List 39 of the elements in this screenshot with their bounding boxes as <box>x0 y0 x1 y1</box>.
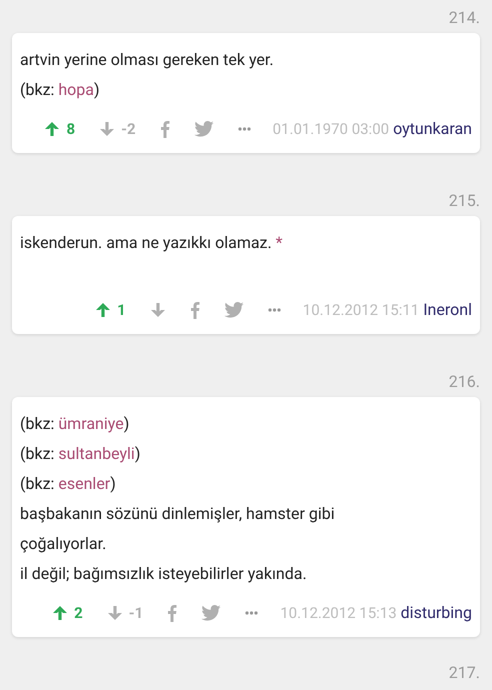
more-icon[interactable] <box>268 308 281 312</box>
entry-number: 215. <box>448 191 480 211</box>
author-link[interactable]: disturbing <box>400 603 472 623</box>
facebook-icon[interactable] <box>160 120 170 138</box>
entry-text-line: (bkz: ümraniye) <box>20 413 130 435</box>
author-link[interactable]: oytunkaran <box>393 119 472 139</box>
more-icon[interactable] <box>245 611 258 615</box>
facebook-icon[interactable] <box>167 604 178 622</box>
entry-text-line: (bkz: hopa) <box>20 79 101 101</box>
entry-number: 214. <box>448 8 480 28</box>
entry-text-line: iskenderun. ama ne yazıkkı olamaz. * <box>20 232 284 254</box>
facebook-icon[interactable] <box>190 301 200 319</box>
up-arrow-icon[interactable] <box>52 605 68 621</box>
reference-link[interactable]: ümraniye <box>58 414 124 433</box>
bird-icon[interactable] <box>194 121 214 137</box>
upvote-button[interactable]: 8 <box>44 119 76 139</box>
down-arrow-icon[interactable] <box>150 302 166 318</box>
author-link[interactable]: Ineronl <box>423 300 472 320</box>
bird-icon[interactable] <box>224 302 244 318</box>
reference-link[interactable]: sultanbeyli <box>58 444 135 463</box>
upvote-button[interactable]: 1 <box>95 300 126 320</box>
entry-text-line: artvin yerine olması gereken tek yer. <box>20 49 275 71</box>
reference-link[interactable]: esenler <box>58 474 110 493</box>
up-arrow-icon[interactable] <box>44 121 60 137</box>
entry-number: 216. <box>448 372 480 392</box>
bird-icon[interactable] <box>201 605 222 621</box>
upvote-button[interactable]: 2 <box>52 603 83 623</box>
reference-link[interactable]: * <box>276 233 283 252</box>
entry-number: 217. <box>448 663 480 683</box>
entry-text-line: başbakanın sözünü dinlemişler, hamster gibi <box>20 503 336 525</box>
entry-text-line: (bkz: esenler) <box>20 473 117 495</box>
entry-text-line: il değil; bağımsızlık isteyebilirler yakında. <box>20 563 308 585</box>
down-arrow-icon[interactable] <box>99 121 116 137</box>
up-arrow-icon[interactable] <box>95 302 112 318</box>
entry-text-line: çoğalıyorlar. <box>20 533 108 555</box>
down-arrow-icon[interactable] <box>106 605 123 621</box>
reference-link[interactable]: hopa <box>58 80 94 99</box>
entry-text-line: (bkz: sultanbeyli) <box>20 443 142 465</box>
more-icon[interactable] <box>238 127 251 131</box>
